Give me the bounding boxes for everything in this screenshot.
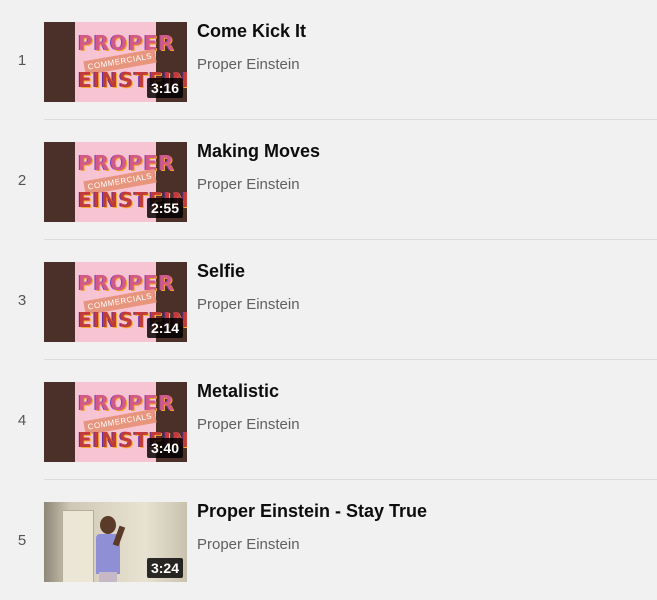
channel-name[interactable]: Proper Einstein bbox=[197, 416, 300, 433]
channel-name[interactable]: Proper Einstein bbox=[197, 56, 300, 73]
thumbnail-logo-line1: PROPER bbox=[78, 151, 175, 175]
person-legs bbox=[99, 572, 117, 582]
video-thumbnail[interactable]: PROPER COMMERCIALS EINSTEIN 2:14 bbox=[44, 262, 187, 342]
playlist-item[interactable]: 2 PROPER COMMERCIALS EINSTEIN 2:55 Makin… bbox=[0, 120, 657, 240]
video-title[interactable]: Selfie bbox=[197, 261, 245, 282]
item-index: 5 bbox=[17, 532, 27, 549]
thumbnail-logo-line1: PROPER bbox=[78, 31, 175, 55]
item-index: 3 bbox=[17, 292, 27, 309]
channel-name[interactable]: Proper Einstein bbox=[197, 296, 300, 313]
channel-name[interactable]: Proper Einstein bbox=[197, 536, 300, 553]
duration-badge: 3:40 bbox=[146, 438, 183, 458]
channel-name[interactable]: Proper Einstein bbox=[197, 176, 300, 193]
thumbnail-person bbox=[96, 516, 126, 582]
video-thumbnail[interactable]: 3:24 bbox=[44, 502, 187, 582]
video-title[interactable]: Come Kick It bbox=[197, 21, 306, 42]
playlist-item[interactable]: 1 PROPER COMMERCIALS EINSTEIN 3:16 Come … bbox=[0, 0, 657, 120]
video-thumbnail[interactable]: PROPER COMMERCIALS EINSTEIN 3:40 bbox=[44, 382, 187, 462]
playlist-item[interactable]: 5 3:24 Proper Einstein - Stay True Prope… bbox=[0, 480, 657, 600]
video-title[interactable]: Proper Einstein - Stay True bbox=[197, 501, 427, 522]
duration-badge: 2:55 bbox=[146, 198, 183, 218]
thumbnail-logo-line1: PROPER bbox=[78, 391, 175, 415]
item-index: 4 bbox=[17, 412, 27, 429]
item-index: 1 bbox=[17, 52, 27, 69]
person-head bbox=[100, 516, 116, 534]
thumbnail-door bbox=[62, 510, 94, 582]
duration-badge: 3:16 bbox=[146, 78, 183, 98]
video-title[interactable]: Making Moves bbox=[197, 141, 320, 162]
playlist-item[interactable]: 4 PROPER COMMERCIALS EINSTEIN 3:40 Metal… bbox=[0, 360, 657, 480]
thumbnail-logo-line1: PROPER bbox=[78, 271, 175, 295]
video-thumbnail[interactable]: PROPER COMMERCIALS EINSTEIN 3:16 bbox=[44, 22, 187, 102]
playlist: 1 PROPER COMMERCIALS EINSTEIN 3:16 Come … bbox=[0, 0, 657, 600]
playlist-item[interactable]: 3 PROPER COMMERCIALS EINSTEIN 2:14 Selfi… bbox=[0, 240, 657, 360]
duration-badge: 2:14 bbox=[146, 318, 183, 338]
duration-badge: 3:24 bbox=[146, 558, 183, 578]
video-title[interactable]: Metalistic bbox=[197, 381, 279, 402]
video-thumbnail[interactable]: PROPER COMMERCIALS EINSTEIN 2:55 bbox=[44, 142, 187, 222]
item-index: 2 bbox=[17, 172, 27, 189]
